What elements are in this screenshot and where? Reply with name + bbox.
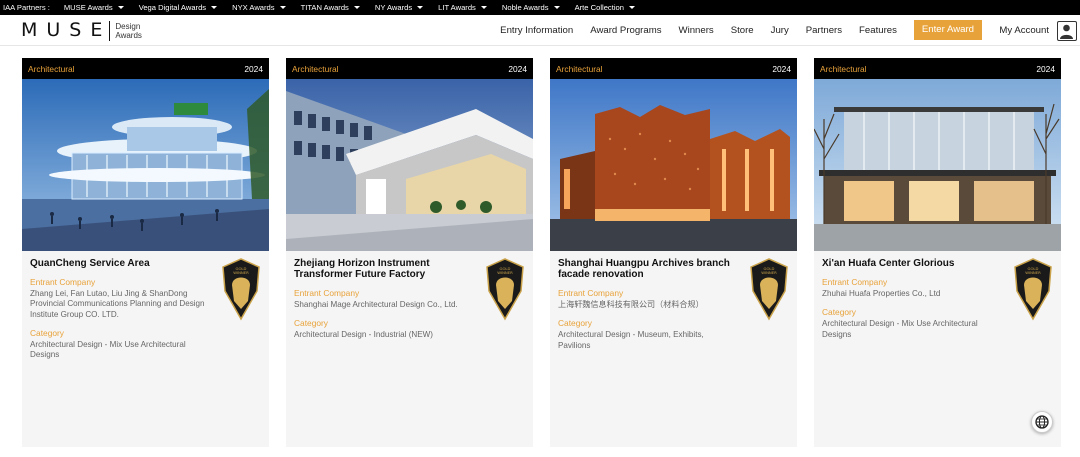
entrant-company-value: 上海轩魏信息科技有限公司（材料合规） <box>558 300 704 309</box>
gold-winner-badge-icon: GOLD WINNER <box>222 258 260 321</box>
card-category-tag: Architectural <box>292 63 339 74</box>
caret-down-icon <box>117 6 124 9</box>
nav-winners[interactable]: Winners <box>679 25 714 36</box>
gold-winner-badge-icon: GOLD WINNER <box>486 258 524 321</box>
nav-store[interactable]: Store <box>731 25 754 36</box>
project-title[interactable]: Xi'an Huafa Center Glorious <box>822 258 1000 269</box>
caret-down-icon <box>211 6 218 9</box>
category-label: Category <box>30 327 64 338</box>
card-body: Shanghai Huangpu Archives branch facade … <box>550 251 797 357</box>
factory-building-image[interactable] <box>286 79 533 251</box>
category-value: Architectural Design - Museum, Exhibits,… <box>558 330 704 350</box>
service-area-building-image[interactable] <box>22 79 269 251</box>
card-header: Architectural 2024 <box>286 58 533 79</box>
gold-winner-badge-icon: GOLD WINNER <box>750 258 788 321</box>
user-icon[interactable] <box>1057 21 1077 41</box>
partner-bar-label: IAA Partners : <box>3 3 50 12</box>
partner-item-muse[interactable]: MUSE Awards <box>64 3 124 12</box>
caret-down-icon <box>628 6 635 9</box>
partner-item-ny[interactable]: NY Awards <box>375 3 424 12</box>
caret-down-icon <box>553 6 560 9</box>
card-body: Zhejiang Horizon Instrument Transformer … <box>286 251 533 347</box>
partner-bar: IAA Partners : MUSE Awards Vega Digital … <box>0 0 1080 15</box>
entrant-company-value: Zhuhai Huafa Properties Co., Ltd <box>822 289 941 298</box>
category-value: Architectural Design - Industrial (NEW) <box>294 330 433 340</box>
svg-text:WINNER: WINNER <box>233 270 249 275</box>
logo-divider <box>109 20 111 41</box>
partner-item-vega[interactable]: Vega Digital Awards <box>139 3 218 12</box>
card-category-tag: Architectural <box>820 63 867 74</box>
project-title[interactable]: Zhejiang Horizon Instrument Transformer … <box>294 258 472 280</box>
card-header: Architectural 2024 <box>550 58 797 79</box>
caret-down-icon <box>417 6 424 9</box>
copper-facade-building-image[interactable] <box>550 79 797 251</box>
winner-card[interactable]: Architectural 2024 QuanCheng Service Are… <box>22 58 269 447</box>
nav-menu: Entry Information Award Programs Winners… <box>483 15 982 45</box>
card-year: 2024 <box>1036 63 1055 74</box>
entrant-company-value: Shanghai Mage Architectural Design Co., … <box>294 300 458 309</box>
project-title[interactable]: QuanCheng Service Area <box>30 258 208 269</box>
svg-text:WINNER: WINNER <box>761 270 777 275</box>
caret-down-icon <box>353 6 360 9</box>
partner-item-titan[interactable]: TITAN Awards <box>301 3 360 12</box>
winner-card[interactable]: Architectural 2024 Zhejiang Horizon Inst… <box>286 58 533 447</box>
muse-logo[interactable]: MUSE Design Awards <box>21 19 142 42</box>
card-header: Architectural 2024 <box>814 58 1061 79</box>
gold-winner-badge-icon: GOLD WINNER <box>1014 258 1052 321</box>
caret-down-icon <box>279 6 286 9</box>
nav-partners[interactable]: Partners <box>806 25 842 36</box>
partner-item-arte[interactable]: Arte Collection <box>575 3 635 12</box>
partner-item-noble[interactable]: Noble Awards <box>502 3 560 12</box>
nav-jury[interactable]: Jury <box>771 25 789 36</box>
glass-pavilion-building-image[interactable] <box>814 79 1061 251</box>
category-value: Architectural Design - Mix Use Architect… <box>30 339 186 360</box>
card-year: 2024 <box>508 63 527 74</box>
card-year: 2024 <box>244 63 263 74</box>
svg-text:WINNER: WINNER <box>497 270 513 275</box>
entrant-company-value: Zhang Lei, Fan Lutao, Liu Jing & ShanDon… <box>30 289 205 319</box>
card-body: QuanCheng Service Area Entrant Company Z… <box>22 251 269 366</box>
card-category-tag: Architectural <box>556 63 603 74</box>
card-body: Xi'an Huafa Center Glorious Entrant Comp… <box>814 251 1061 346</box>
nav-entry-information[interactable]: Entry Information <box>500 25 573 36</box>
winner-card[interactable]: Architectural 2024 Xi'an Huafa Center Gl… <box>814 58 1061 447</box>
enter-award-button[interactable]: Enter Award <box>913 20 982 40</box>
card-category-tag: Architectural <box>28 63 75 74</box>
my-account-link[interactable]: My Account <box>999 25 1049 36</box>
main-nav: MUSE Design Awards Entry Information Awa… <box>0 15 1080 46</box>
winner-card[interactable]: Architectural 2024 Shanghai Huangpu Arch… <box>550 58 797 447</box>
nav-award-programs[interactable]: Award Programs <box>590 25 661 36</box>
nav-features[interactable]: Features <box>859 25 897 36</box>
caret-down-icon <box>480 6 487 9</box>
globe-icon[interactable] <box>1031 411 1053 433</box>
logo-subtitle: Design Awards <box>115 21 142 40</box>
svg-text:WINNER: WINNER <box>1025 270 1041 275</box>
partner-item-lit[interactable]: LIT Awards <box>438 3 487 12</box>
project-title[interactable]: Shanghai Huangpu Archives branch facade … <box>558 258 736 280</box>
category-value: Architectural Design - Mix Use Architect… <box>822 319 978 339</box>
card-header: Architectural 2024 <box>22 58 269 79</box>
logo-wordmark: MUSE <box>21 19 112 41</box>
card-year: 2024 <box>772 63 791 74</box>
partner-item-nyx[interactable]: NYX Awards <box>232 3 286 12</box>
